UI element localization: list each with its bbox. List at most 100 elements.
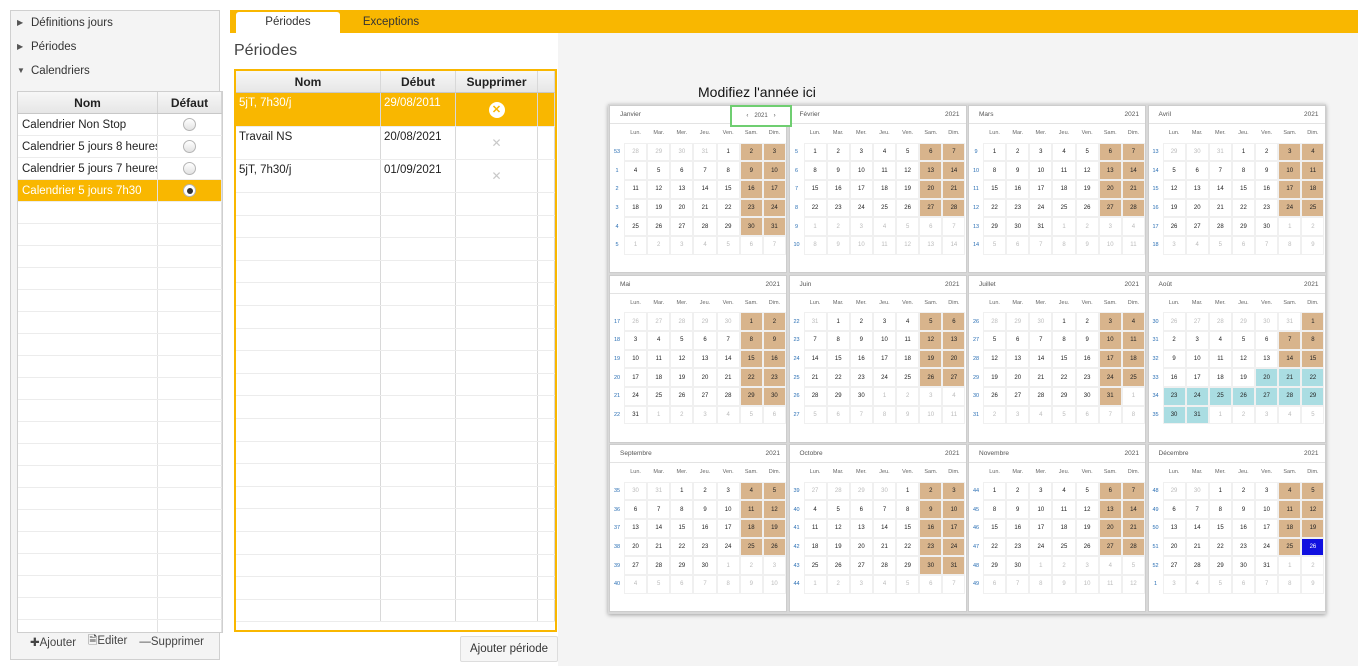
- day-cell[interactable]: 15: [716, 180, 740, 199]
- day-cell[interactable]: 13: [1098, 500, 1122, 520]
- day-cell[interactable]: 18: [739, 519, 763, 538]
- day-cell[interactable]: 11: [647, 349, 671, 369]
- day-cell[interactable]: 9: [896, 405, 920, 425]
- day-cell[interactable]: 26: [762, 537, 786, 557]
- day-cell[interactable]: 28: [670, 312, 694, 331]
- day-cell[interactable]: 10: [716, 500, 740, 520]
- day-cell[interactable]: 25: [1052, 537, 1076, 557]
- day-cell[interactable]: 16: [1075, 349, 1099, 369]
- day-cell[interactable]: 12: [896, 161, 920, 181]
- day-cell[interactable]: 2: [896, 386, 920, 406]
- day-cell[interactable]: 4: [1098, 556, 1122, 576]
- day-cell[interactable]: 27: [849, 556, 873, 576]
- day-cell[interactable]: 9: [1006, 161, 1030, 181]
- day-cell[interactable]: 3: [1075, 556, 1099, 576]
- day-cell[interactable]: 17: [1278, 180, 1302, 199]
- day-cell[interactable]: 20: [1006, 368, 1030, 387]
- day-cell[interactable]: 11: [624, 180, 648, 199]
- day-cell[interactable]: 30: [762, 386, 786, 406]
- default-radio[interactable]: [183, 162, 196, 175]
- day-cell[interactable]: 5: [1231, 330, 1256, 350]
- day-cell[interactable]: 23: [1006, 537, 1030, 557]
- day-cell[interactable]: 6: [919, 142, 943, 162]
- day-cell[interactable]: 6: [1006, 330, 1030, 350]
- day-cell[interactable]: 25: [1052, 198, 1076, 218]
- day-cell[interactable]: 9: [1006, 500, 1030, 520]
- day-cell[interactable]: 9: [826, 236, 850, 255]
- day-cell[interactable]: 22: [803, 198, 827, 218]
- day-cell[interactable]: 6: [826, 405, 850, 425]
- day-cell[interactable]: 14: [803, 349, 827, 369]
- day-cell[interactable]: 7: [716, 330, 740, 350]
- day-cell[interactable]: 4: [1052, 142, 1076, 162]
- day-cell[interactable]: 1: [803, 575, 827, 594]
- day-cell[interactable]: 3: [716, 481, 740, 501]
- day-cell[interactable]: 22: [716, 198, 740, 218]
- day-cell[interactable]: 25: [624, 217, 648, 237]
- day-cell[interactable]: 1: [803, 217, 827, 237]
- day-cell[interactable]: 23: [739, 198, 763, 218]
- day-cell[interactable]: 13: [1006, 349, 1030, 369]
- day-cell[interactable]: 30: [1029, 312, 1053, 331]
- day-cell[interactable]: 5: [1121, 556, 1145, 576]
- day-cell[interactable]: 15: [983, 180, 1007, 199]
- day-cell[interactable]: 19: [1075, 180, 1099, 199]
- day-cell[interactable]: 6: [1185, 161, 1209, 181]
- day-cell[interactable]: 12: [1162, 180, 1186, 199]
- day-cell[interactable]: 20: [624, 537, 648, 557]
- day-cell[interactable]: 6: [1098, 481, 1122, 501]
- day-cell[interactable]: 12: [1075, 161, 1099, 181]
- day-cell[interactable]: 31: [693, 142, 717, 162]
- day-cell[interactable]: 16: [739, 180, 763, 199]
- day-cell[interactable]: 26: [1162, 312, 1186, 331]
- day-cell[interactable]: 5: [670, 330, 694, 350]
- edit-button[interactable]: 🗎Editer: [88, 633, 127, 652]
- day-cell[interactable]: 7: [872, 500, 897, 520]
- day-cell[interactable]: 14: [1121, 500, 1145, 520]
- next-year-icon[interactable]: ›: [774, 113, 776, 119]
- day-cell[interactable]: 28: [716, 386, 740, 406]
- day-cell[interactable]: 3: [849, 142, 873, 162]
- day-cell[interactable]: 10: [1098, 236, 1122, 255]
- day-cell[interactable]: 15: [896, 519, 920, 538]
- day-cell[interactable]: 10: [849, 236, 873, 255]
- day-cell[interactable]: 7: [1278, 330, 1302, 350]
- day-cell[interactable]: 27: [1006, 386, 1030, 406]
- day-cell[interactable]: 1: [716, 142, 740, 162]
- day-cell[interactable]: 8: [872, 405, 897, 425]
- day-cell[interactable]: 1: [896, 481, 920, 501]
- day-cell[interactable]: 21: [803, 368, 827, 387]
- day-cell[interactable]: 23: [919, 537, 943, 557]
- day-cell[interactable]: 22: [896, 537, 920, 557]
- day-cell[interactable]: 5: [896, 575, 920, 594]
- day-cell[interactable]: 29: [826, 386, 850, 406]
- day-cell[interactable]: 5: [1301, 405, 1325, 425]
- day-cell[interactable]: 29: [1301, 386, 1325, 406]
- day-cell[interactable]: 11: [1278, 500, 1302, 520]
- day-cell[interactable]: 9: [1162, 349, 1186, 369]
- day-cell[interactable]: 18: [1052, 180, 1076, 199]
- day-cell[interactable]: 29: [1231, 217, 1256, 237]
- day-cell[interactable]: 5: [896, 217, 920, 237]
- day-cell[interactable]: 19: [919, 349, 943, 369]
- day-cell[interactable]: 18: [647, 368, 671, 387]
- add-period-button[interactable]: Ajouter période: [460, 636, 558, 662]
- day-cell[interactable]: 14: [647, 519, 671, 538]
- day-cell[interactable]: 3: [1278, 142, 1302, 162]
- day-cell[interactable]: 1: [716, 556, 740, 576]
- day-cell[interactable]: 19: [896, 180, 920, 199]
- day-cell[interactable]: 18: [896, 349, 920, 369]
- day-cell[interactable]: 11: [872, 236, 897, 255]
- day-cell[interactable]: 24: [624, 386, 648, 406]
- day-cell[interactable]: 26: [624, 312, 648, 331]
- day-cell[interactable]: 13: [670, 180, 694, 199]
- day-cell[interactable]: 14: [1121, 161, 1145, 181]
- day-cell[interactable]: 13: [849, 519, 873, 538]
- day-cell[interactable]: 23: [1162, 386, 1186, 406]
- day-cell[interactable]: 5: [1162, 161, 1186, 181]
- day-cell[interactable]: 19: [826, 537, 850, 557]
- day-cell[interactable]: 30: [693, 556, 717, 576]
- day-cell[interactable]: 2: [693, 481, 717, 501]
- day-cell[interactable]: 2: [983, 405, 1007, 425]
- day-cell[interactable]: 2: [826, 575, 850, 594]
